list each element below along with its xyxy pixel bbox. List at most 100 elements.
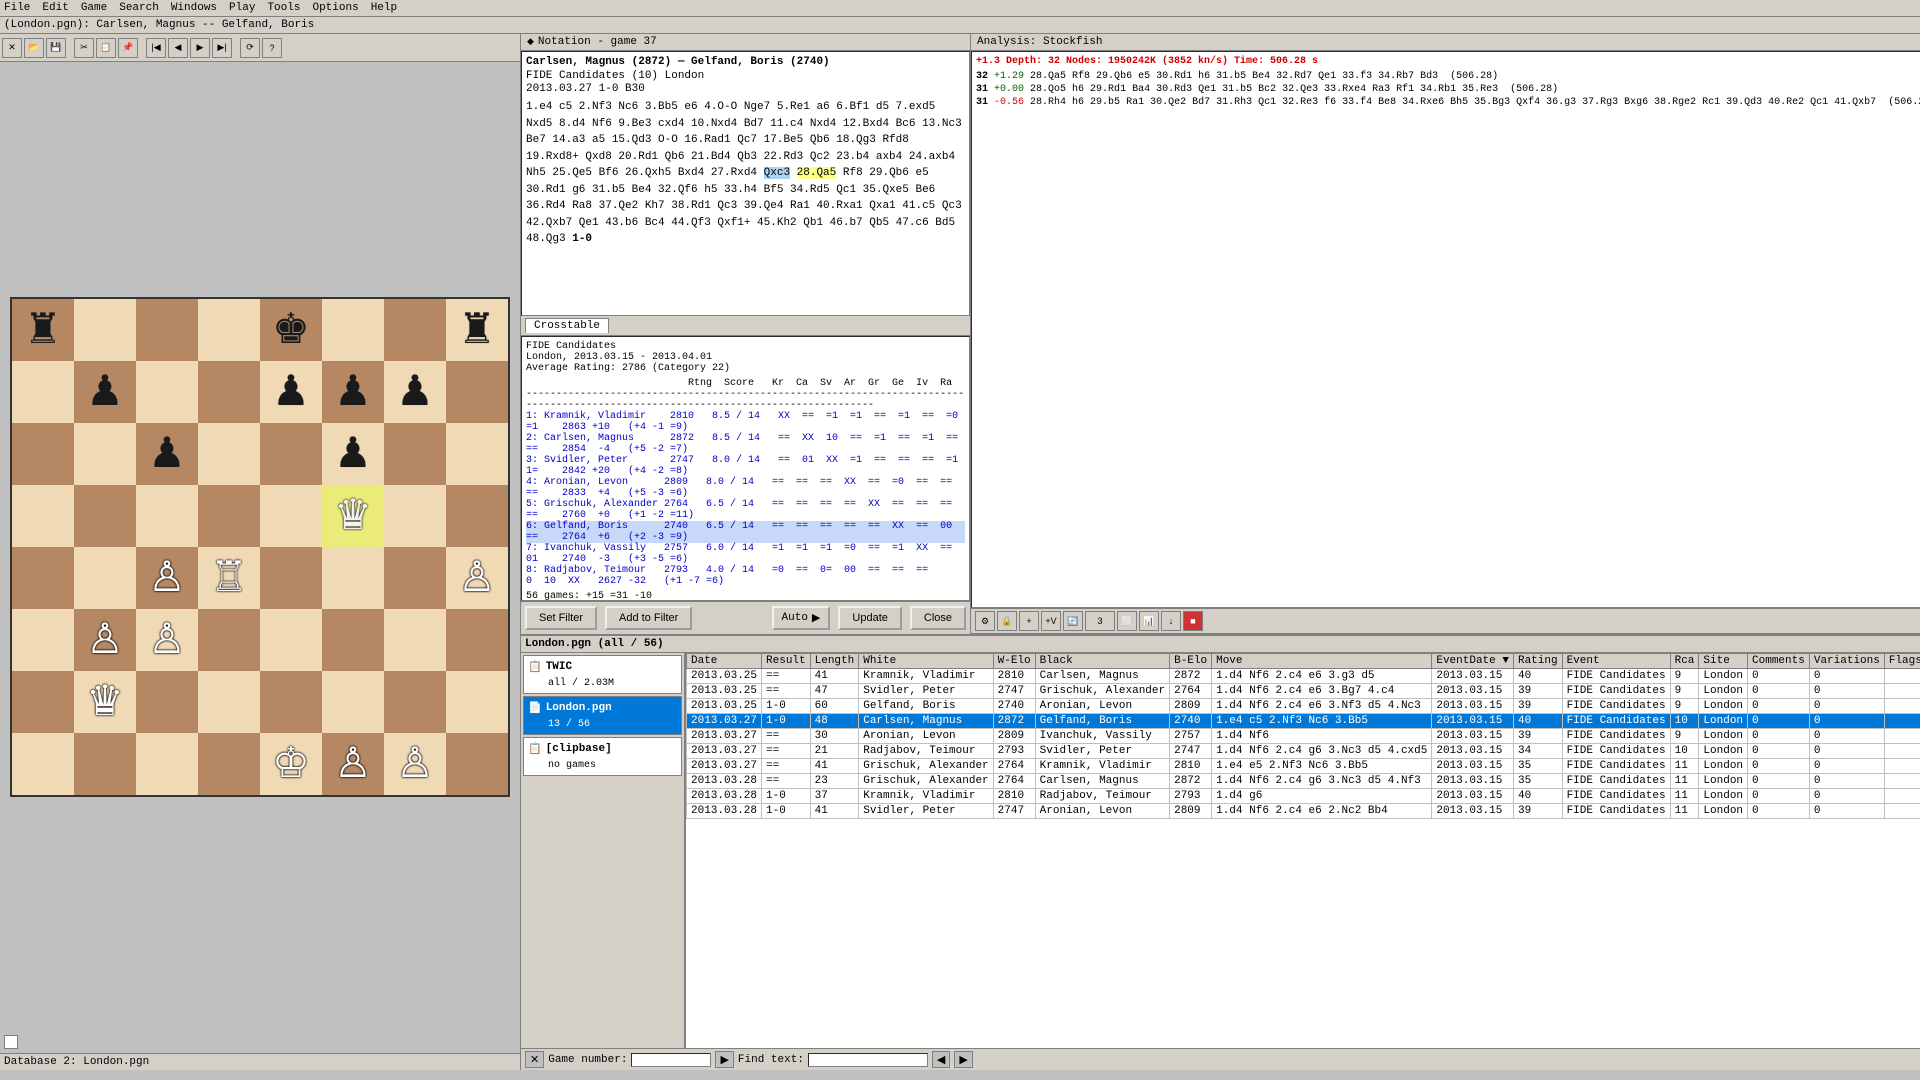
analysis-btn7[interactable]: 📊 [1139, 611, 1159, 631]
flip-btn[interactable]: ⟳ [240, 38, 260, 58]
square-a3[interactable] [12, 609, 74, 671]
col-variations[interactable]: Variations [1809, 654, 1884, 669]
square-h2[interactable] [446, 671, 508, 733]
square-g7[interactable]: ♟ [384, 361, 446, 423]
game-number-input[interactable] [631, 1053, 711, 1067]
square-f1[interactable]: ♙ [322, 733, 384, 795]
square-d8[interactable] [198, 299, 260, 361]
square-c7[interactable] [136, 361, 198, 423]
table-row[interactable]: 2013.03.27==21Radjabov, Teimour2793Svidl… [687, 744, 1920, 759]
menu-play[interactable]: Play [229, 2, 255, 14]
square-a4[interactable] [12, 547, 74, 609]
square-g5[interactable] [384, 485, 446, 547]
menu-edit[interactable]: Edit [42, 2, 68, 14]
square-e2[interactable] [260, 671, 322, 733]
go-btn[interactable]: ▶ [715, 1051, 733, 1068]
square-a8[interactable]: ♜ [12, 299, 74, 361]
square-d5[interactable] [198, 485, 260, 547]
menu-options[interactable]: Options [312, 2, 358, 14]
square-b1[interactable] [74, 733, 136, 795]
square-h1[interactable] [446, 733, 508, 795]
square-c1[interactable] [136, 733, 198, 795]
analysis-btn-stop[interactable]: ■ [1183, 611, 1203, 631]
sidebar-item-clipbase[interactable]: 📋 [clipbase] no games [523, 737, 682, 776]
open-btn[interactable]: 📂 [24, 38, 44, 58]
col-eventdate[interactable]: EventDate ▼ [1432, 654, 1514, 669]
square-f8[interactable] [322, 299, 384, 361]
square-h7[interactable] [446, 361, 508, 423]
sidebar-item-london[interactable]: 📄 London.pgn 13 / 56 [523, 696, 682, 735]
analysis-btn5[interactable]: 🔄 [1063, 611, 1083, 631]
table-row[interactable]: 2013.03.25==41Kramnik, Vladimir2810Carls… [687, 669, 1920, 684]
square-a7[interactable] [12, 361, 74, 423]
square-e8[interactable]: ♚ [260, 299, 322, 361]
close-find-btn[interactable]: ✕ [525, 1051, 544, 1068]
square-c4[interactable]: ♙ [136, 547, 198, 609]
last-btn[interactable]: ▶| [212, 38, 232, 58]
prev-btn[interactable]: ◀ [168, 38, 188, 58]
analysis-btn3[interactable]: + [1019, 611, 1039, 631]
copy-btn[interactable]: 📋 [96, 38, 116, 58]
square-g2[interactable] [384, 671, 446, 733]
table-row[interactable]: 2013.03.251-060Gelfand, Boris2740Aronian… [687, 699, 1920, 714]
square-b5[interactable] [74, 485, 136, 547]
square-h5[interactable] [446, 485, 508, 547]
table-row[interactable]: 2013.03.271-048Carlsen, Magnus2872Gelfan… [687, 714, 1920, 729]
analysis-depth[interactable]: 3 [1085, 611, 1115, 631]
square-g4[interactable] [384, 547, 446, 609]
menu-file[interactable]: File [4, 2, 30, 14]
square-d2[interactable] [198, 671, 260, 733]
square-d6[interactable] [198, 423, 260, 485]
col-move[interactable]: Move [1212, 654, 1432, 669]
col-black[interactable]: Black [1035, 654, 1169, 669]
square-d4[interactable]: ♖ [198, 547, 260, 609]
menu-search[interactable]: Search [119, 2, 159, 14]
col-flags[interactable]: Flags [1884, 654, 1920, 669]
square-b6[interactable] [74, 423, 136, 485]
table-row[interactable]: 2013.03.27==41Grischuk, Alexander2764Kra… [687, 759, 1920, 774]
square-f5[interactable]: ♛ [322, 485, 384, 547]
square-c6[interactable]: ♟ [136, 423, 198, 485]
square-e6[interactable] [260, 423, 322, 485]
sidebar-item-twic[interactable]: 📋 TWIC all / 2.03M [523, 655, 682, 694]
col-welo[interactable]: W-Elo [993, 654, 1035, 669]
menu-tools[interactable]: Tools [267, 2, 300, 14]
square-h3[interactable] [446, 609, 508, 671]
table-row[interactable]: 2013.03.28==23Grischuk, Alexander2764Car… [687, 774, 1920, 789]
set-filter-btn[interactable]: Set Filter [525, 606, 597, 630]
square-g6[interactable] [384, 423, 446, 485]
square-e4[interactable] [260, 547, 322, 609]
table-row[interactable]: 2013.03.281-041Svidler, Peter2747Aronian… [687, 804, 1920, 819]
paste-btn[interactable]: 📌 [118, 38, 138, 58]
analysis-btn1[interactable]: ⚙ [975, 611, 995, 631]
square-f7[interactable]: ♟ [322, 361, 384, 423]
cut-btn[interactable]: ✂ [74, 38, 94, 58]
square-d7[interactable] [198, 361, 260, 423]
square-d3[interactable] [198, 609, 260, 671]
col-comments[interactable]: Comments [1748, 654, 1810, 669]
square-h6[interactable] [446, 423, 508, 485]
square-h4[interactable]: ♙ [446, 547, 508, 609]
square-g1[interactable]: ♙ [384, 733, 446, 795]
square-a6[interactable] [12, 423, 74, 485]
col-result[interactable]: Result [762, 654, 811, 669]
col-site[interactable]: Site [1699, 654, 1748, 669]
square-h8[interactable]: ♜ [446, 299, 508, 361]
find-next-btn[interactable]: ▶ [954, 1051, 972, 1068]
analysis-btn4[interactable]: +V [1041, 611, 1061, 631]
col-belo[interactable]: B-Elo [1170, 654, 1212, 669]
next-btn[interactable]: ▶ [190, 38, 210, 58]
tab-crosstable[interactable]: Crosstable [525, 318, 609, 333]
first-btn[interactable]: |◀ [146, 38, 166, 58]
col-rating[interactable]: Rating [1513, 654, 1562, 669]
new-btn[interactable]: ✕ [2, 38, 22, 58]
analysis-btn8[interactable]: ↓ [1161, 611, 1181, 631]
analyze-btn[interactable]: ? [262, 38, 282, 58]
square-f3[interactable] [322, 609, 384, 671]
save-btn[interactable]: 💾 [46, 38, 66, 58]
menu-help[interactable]: Help [371, 2, 397, 14]
square-e7[interactable]: ♟ [260, 361, 322, 423]
square-c3[interactable]: ♙ [136, 609, 198, 671]
chess-board[interactable]: ♜ ♚ ♜ ♟ ♟ ♟ ♟ ♟ [10, 297, 510, 797]
square-f2[interactable] [322, 671, 384, 733]
